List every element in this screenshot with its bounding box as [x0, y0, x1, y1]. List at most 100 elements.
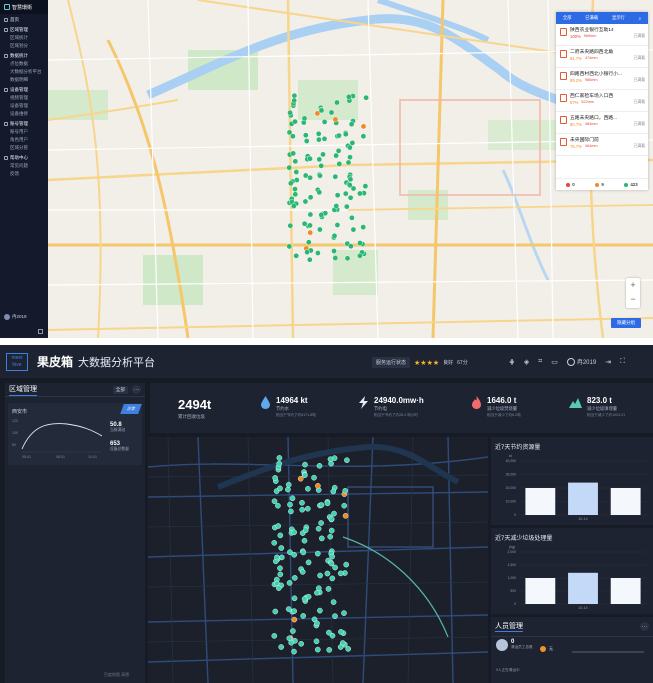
bin-marker[interactable]	[291, 92, 298, 99]
bin-marker[interactable]	[315, 525, 322, 532]
bin-marker[interactable]	[331, 510, 337, 517]
bin-marker[interactable]	[298, 640, 304, 647]
bin-marker[interactable]	[292, 118, 298, 125]
search-icon[interactable]: ⌕	[639, 16, 641, 21]
bin-marker[interactable]	[303, 138, 310, 144]
bin-marker[interactable]	[347, 176, 354, 183]
bin-marker[interactable]	[332, 173, 339, 180]
bin-marker[interactable]	[316, 462, 323, 469]
bin-marker[interactable]	[349, 140, 356, 146]
bin-marker[interactable]	[327, 456, 334, 463]
bin-marker[interactable]	[292, 191, 299, 198]
bin-list-item[interactable]: 陕西农业银行互助14 100% 969mm 已满载	[556, 24, 648, 46]
bin-marker[interactable]	[291, 97, 297, 104]
bin-marker[interactable]	[357, 240, 363, 246]
bin-marker[interactable]	[333, 152, 339, 159]
bin-marker[interactable]	[344, 255, 351, 262]
layers-icon[interactable]: ◈	[524, 358, 529, 366]
bin-marker[interactable]	[307, 155, 313, 162]
bin-marker[interactable]	[286, 129, 293, 136]
bin-marker[interactable]	[341, 502, 347, 509]
bin-marker[interactable]	[300, 549, 307, 556]
bin-marker[interactable]	[325, 586, 332, 592]
bin-marker[interactable]	[287, 222, 294, 229]
bin-marker[interactable]	[285, 481, 292, 488]
bin-marker[interactable]	[291, 616, 298, 623]
bin-marker[interactable]	[291, 608, 297, 614]
bin-marker[interactable]	[299, 569, 306, 575]
bin-marker[interactable]	[332, 613, 338, 619]
tab-full[interactable]: 已满载	[585, 15, 598, 21]
sidebar-item[interactable]: 设备维修	[0, 110, 48, 118]
sidebar-item[interactable]: 视频管理	[0, 94, 48, 102]
bin-marker[interactable]	[329, 632, 336, 639]
bin-marker[interactable]	[317, 607, 323, 614]
bin-marker[interactable]	[274, 554, 280, 561]
sidebar-item[interactable]: 设备管理	[0, 102, 48, 110]
bin-marker[interactable]	[313, 638, 320, 645]
bin-marker[interactable]	[314, 550, 321, 557]
sidebar-section[interactable]: 账号管理	[0, 118, 48, 128]
bin-marker[interactable]	[293, 252, 299, 259]
bin-marker[interactable]	[317, 172, 323, 179]
bin-marker[interactable]	[343, 203, 350, 210]
bin-marker[interactable]	[318, 162, 325, 169]
fullscreen-icon[interactable]: ⛶	[620, 358, 625, 366]
bin-marker[interactable]	[297, 475, 304, 482]
bin-marker[interactable]	[302, 527, 309, 533]
bin-marker[interactable]	[347, 154, 353, 160]
bin-marker[interactable]	[324, 570, 331, 577]
bin-marker[interactable]	[285, 486, 291, 493]
bin-marker[interactable]	[302, 472, 308, 479]
bin-marker[interactable]	[336, 161, 343, 167]
bin-marker[interactable]	[363, 94, 369, 101]
bin-marker[interactable]	[347, 144, 353, 151]
bin-marker[interactable]	[335, 147, 342, 154]
bin-marker[interactable]	[342, 190, 349, 197]
bin-marker[interactable]	[331, 232, 338, 239]
bin-list-item[interactable]: 四路西村西北小银行小... 89.2% 986mm 已满载	[556, 68, 648, 90]
bin-marker[interactable]	[342, 131, 349, 137]
bin-marker[interactable]	[337, 644, 344, 650]
bin-marker[interactable]	[346, 94, 352, 100]
bin-marker[interactable]	[317, 226, 323, 233]
bin-marker[interactable]	[291, 552, 297, 558]
bin-marker[interactable]	[315, 130, 322, 137]
bar[interactable]	[568, 482, 598, 515]
bin-marker[interactable]	[275, 502, 281, 509]
bin-marker[interactable]	[332, 116, 339, 123]
sidebar-item[interactable]: 大数据分析平台	[0, 68, 48, 76]
bin-marker[interactable]	[328, 109, 335, 116]
bin-list-item[interactable]: 五路未央路口，西路... 80.7% 484mm 已满载	[556, 112, 648, 134]
bin-list-item[interactable]: 未央国际门前 76.7% 464mm 已满载	[556, 134, 648, 156]
screen-icon[interactable]: ▭	[551, 358, 558, 366]
bin-marker[interactable]	[336, 132, 342, 139]
bin-marker[interactable]	[271, 498, 278, 504]
bin-marker[interactable]	[290, 150, 296, 157]
bin-marker[interactable]	[291, 529, 297, 536]
bin-marker[interactable]	[360, 133, 367, 139]
bin-marker[interactable]	[318, 535, 325, 542]
bin-marker[interactable]	[278, 545, 285, 551]
bin-marker[interactable]	[329, 553, 335, 560]
bin-marker[interactable]	[299, 500, 305, 506]
bin-marker[interactable]	[329, 575, 336, 582]
bin-marker[interactable]	[334, 222, 341, 228]
bin-marker[interactable]	[334, 192, 341, 198]
bin-marker[interactable]	[271, 633, 278, 639]
bin-marker[interactable]	[276, 460, 282, 467]
bin-marker[interactable]	[334, 99, 340, 106]
bin-marker[interactable]	[287, 180, 294, 187]
bin-marker[interactable]	[342, 488, 348, 494]
bar[interactable]	[525, 488, 556, 515]
bin-marker[interactable]	[332, 564, 338, 571]
bin-marker[interactable]	[311, 474, 317, 481]
tab-show[interactable]: 显示行	[612, 15, 625, 21]
bin-marker[interactable]	[287, 501, 293, 508]
bin-marker[interactable]	[345, 159, 352, 166]
bin-marker[interactable]	[277, 565, 283, 571]
bin-marker[interactable]	[318, 502, 325, 508]
bin-marker[interactable]	[293, 169, 300, 175]
bin-marker[interactable]	[292, 186, 298, 192]
bin-marker[interactable]	[318, 212, 325, 218]
